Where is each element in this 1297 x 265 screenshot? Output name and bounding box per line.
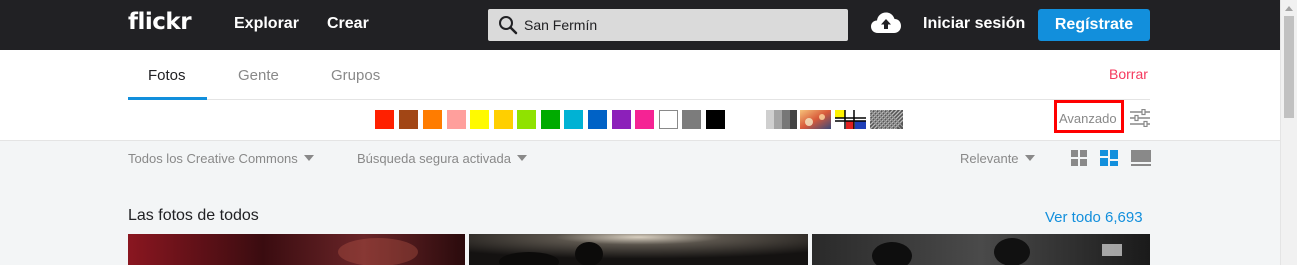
search-value: San Fermín: [524, 17, 598, 33]
color-swatch[interactable]: [564, 110, 583, 129]
color-swatch[interactable]: [470, 110, 489, 129]
color-swatch[interactable]: [706, 110, 725, 129]
active-tab-indicator: [128, 97, 207, 100]
grid-view-icon[interactable]: [1071, 150, 1087, 166]
license-label: Todos los Creative Commons: [128, 151, 298, 166]
tabs-divider: [128, 99, 1150, 100]
clear-filters-link[interactable]: Borrar: [1109, 66, 1148, 82]
color-swatch[interactable]: [635, 110, 654, 129]
safe-search-dropdown[interactable]: Búsqueda segura activada: [357, 151, 527, 166]
advanced-search-link[interactable]: Avanzado: [1059, 111, 1117, 126]
search-filter-panel: Fotos Gente Grupos Borrar Avanzado: [0, 50, 1280, 141]
color-swatch[interactable]: [399, 110, 418, 129]
signup-button[interactable]: Regístrate: [1038, 9, 1150, 41]
sliders-icon[interactable]: [1130, 109, 1150, 127]
page-scrollbar[interactable]: [1280, 0, 1297, 265]
sort-dropdown[interactable]: Relevante: [960, 151, 1035, 166]
section-title: Las fotos de todos: [128, 207, 259, 224]
patterns-style-icon[interactable]: [870, 110, 903, 129]
color-swatch[interactable]: [612, 110, 631, 129]
tab-groups[interactable]: Grupos: [331, 67, 380, 84]
scroll-thumb[interactable]: [1284, 16, 1294, 118]
view-all-link[interactable]: Ver todo 6,693: [1045, 209, 1143, 226]
nav-explore[interactable]: Explorar: [234, 15, 299, 33]
detail-view-icon[interactable]: [1131, 150, 1151, 166]
photo-thumbnail[interactable]: [128, 234, 465, 265]
chevron-down-icon: [303, 155, 314, 161]
sort-label: Relevante: [960, 151, 1019, 166]
scroll-up-arrow-icon[interactable]: [1285, 6, 1293, 11]
color-swatch[interactable]: [494, 110, 513, 129]
cloud-upload-icon[interactable]: [870, 11, 902, 35]
color-swatch[interactable]: [517, 110, 536, 129]
photo-thumbnail[interactable]: [469, 234, 808, 265]
color-swatch[interactable]: [447, 110, 466, 129]
license-dropdown[interactable]: Todos los Creative Commons: [128, 151, 314, 166]
color-swatch[interactable]: [659, 110, 678, 129]
color-swatch[interactable]: [541, 110, 560, 129]
search-icon: [499, 16, 518, 35]
flickr-logo[interactable]: flickr: [128, 9, 192, 35]
depth-of-field-style-icon[interactable]: [800, 110, 831, 129]
signin-link[interactable]: Iniciar sesión: [923, 15, 1025, 33]
top-navigation-bar: flickr Explorar Crear San Fermín Iniciar…: [0, 0, 1280, 50]
tab-photos[interactable]: Fotos: [148, 67, 186, 84]
color-swatch[interactable]: [682, 110, 701, 129]
chevron-down-icon: [516, 155, 527, 161]
safe-search-label: Búsqueda segura activada: [357, 151, 511, 166]
photo-thumbnail[interactable]: [812, 234, 1150, 265]
tab-people[interactable]: Gente: [238, 67, 279, 84]
color-swatch[interactable]: [423, 110, 442, 129]
chevron-down-icon: [1024, 155, 1035, 161]
justified-view-icon[interactable]: [1100, 150, 1118, 166]
black-and-white-style-icon[interactable]: [766, 110, 797, 129]
color-swatch[interactable]: [588, 110, 607, 129]
color-swatch[interactable]: [375, 110, 394, 129]
search-input[interactable]: San Fermín: [488, 9, 848, 41]
minimalist-style-icon[interactable]: [835, 110, 866, 129]
nav-create[interactable]: Crear: [327, 15, 369, 33]
